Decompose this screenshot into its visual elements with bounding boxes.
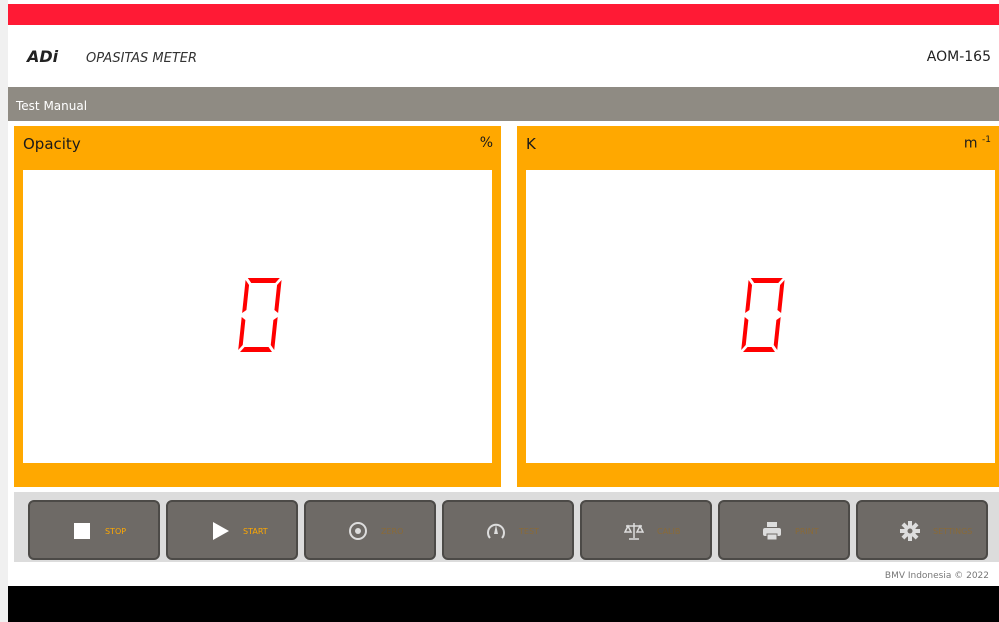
mode-label: Test Manual [16, 99, 88, 113]
gear-icon [900, 521, 920, 541]
calib-button[interactable]: CALIB [580, 500, 712, 560]
settings-button[interactable]: SETTINGS [856, 500, 988, 560]
seven-segment-digit [740, 277, 785, 352]
k-display: 0 [526, 170, 995, 463]
zero-icon [349, 522, 367, 540]
settings-label: SETTINGS [933, 527, 973, 536]
opacity-value: 0 [234, 276, 282, 358]
stop-button[interactable]: STOP [28, 500, 160, 560]
top-accent-bar [8, 4, 999, 25]
zero-button[interactable]: ZERO [304, 500, 436, 560]
copyright: BMV Indonesia © 2022 [884, 571, 989, 581]
calib-label: CALIB [657, 527, 681, 536]
k-label: K [526, 135, 536, 153]
bottom-bar [8, 586, 999, 622]
scale-icon [624, 523, 644, 540]
zero-label: ZERO [381, 527, 404, 536]
stop-icon [74, 523, 90, 539]
model-label: AOM-165 [926, 49, 991, 65]
printer-icon [763, 522, 781, 541]
stop-label: STOP [105, 527, 127, 536]
play-icon [213, 522, 229, 540]
k-unit: m -1 [963, 135, 991, 152]
control-bar: STOP START ZERO TEST CALIB PRINT SETTING… [14, 492, 999, 562]
mode-bar: Test Manual [8, 87, 999, 121]
app-header: ADi OPASITAS METER AOM-165 [8, 25, 999, 87]
seven-segment-digit [237, 277, 282, 352]
gauge-icon [487, 523, 505, 539]
opacity-display: 0 [23, 170, 492, 463]
test-label: TEST [519, 527, 539, 536]
test-button[interactable]: TEST [442, 500, 574, 560]
start-button[interactable]: START [166, 500, 298, 560]
start-label: START [243, 527, 268, 536]
window-edge [0, 0, 8, 622]
k-panel: K m -1 0 [517, 126, 999, 487]
print-button[interactable]: PRINT [718, 500, 850, 560]
print-label: PRINT [795, 527, 819, 536]
opacity-label: Opacity [23, 135, 81, 153]
opacity-panel: Opacity % 0 [14, 126, 501, 487]
k-value: 0 [737, 276, 785, 358]
app-title: OPASITAS METER [86, 51, 198, 66]
opacity-unit: % [479, 135, 493, 151]
brand-logo: ADi [27, 47, 59, 66]
